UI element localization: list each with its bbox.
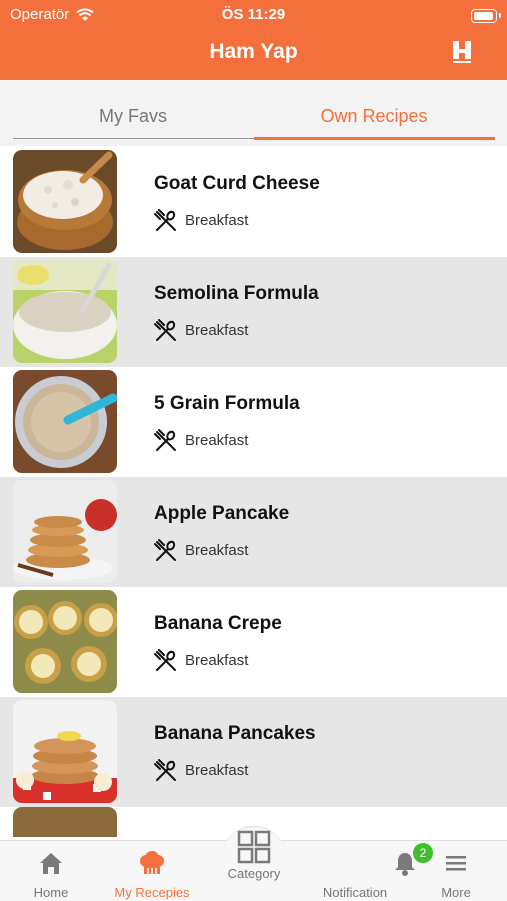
tab-home[interactable]: Home [1, 841, 101, 901]
recipe-thumbnail [13, 590, 117, 693]
category-label: Breakfast [185, 652, 249, 669]
recipe-thumbnail [13, 480, 117, 583]
recipe-row[interactable]: Apple Pancake Breakfast [0, 477, 507, 587]
tab-more[interactable]: More [406, 841, 506, 901]
recipe-thumbnail [13, 150, 117, 253]
tab-label: Notification [322, 885, 388, 900]
recipe-thumbnail [13, 700, 117, 803]
category-label: Breakfast [185, 212, 249, 229]
battery-tip [499, 13, 501, 18]
page-title: Ham Yap [209, 40, 298, 63]
tab-own-recipes[interactable]: Own Recipes [254, 106, 494, 127]
recipe-row[interactable]: Goat Curd Cheese Breakfast [0, 147, 507, 257]
app-logo-icon[interactable] [451, 40, 473, 64]
status-time: ÖS 11:29 [221, 6, 286, 23]
recipe-row[interactable]: 5 Grain Formula Breakfast [0, 367, 507, 477]
battery-icon [471, 9, 497, 23]
tab-label: My Recepies [114, 885, 190, 900]
recipe-title: Banana Pancakes [154, 723, 316, 744]
home-icon [40, 853, 62, 874]
category-label: Breakfast [185, 542, 249, 559]
tab-active-indicator [254, 137, 495, 140]
utensils-icon [154, 649, 176, 671]
chef-hat-icon [140, 851, 164, 874]
tab-my-favs[interactable]: My Favs [13, 106, 253, 127]
recipe-list: Goat Curd Cheese Breakfast Semolina Form… [0, 147, 507, 807]
recipe-row[interactable]: Semolina Formula Breakfast [0, 257, 507, 367]
menu-icon [446, 856, 466, 871]
category-label: Breakfast [185, 762, 249, 779]
tab-label: More [441, 885, 471, 900]
app-header: Operatör ÖS 11:29 Ham Yap [0, 0, 507, 80]
recipe-thumbnail-partial [13, 807, 117, 837]
recipe-title: Semolina Formula [154, 283, 319, 304]
utensils-icon [154, 319, 176, 341]
recipe-title: 5 Grain Formula [154, 393, 300, 414]
grid-icon [237, 830, 271, 864]
recipe-row[interactable]: Banana Crepe Breakfast [0, 587, 507, 697]
status-bar: Operatör ÖS 11:29 [0, 6, 507, 24]
category-label: Breakfast [185, 432, 249, 449]
recipe-thumbnail [13, 370, 117, 473]
recipe-title: Goat Curd Cheese [154, 173, 320, 194]
tab-category[interactable]: Category [204, 828, 304, 888]
recipe-thumbnail [13, 260, 117, 363]
recipe-row[interactable]: Banana Pancakes Breakfast [0, 697, 507, 807]
utensils-icon [154, 429, 176, 451]
recipe-title: Banana Crepe [154, 613, 282, 634]
utensils-icon [154, 759, 176, 781]
segment-tabs: My Favs Own Recipes [0, 80, 507, 146]
category-label: Breakfast [185, 322, 249, 339]
tab-label: Home [33, 885, 69, 900]
tab-underline [13, 138, 254, 139]
utensils-icon [154, 209, 176, 231]
tab-label: Category [227, 866, 281, 881]
tab-my-recipes[interactable]: My Recepies [102, 841, 202, 901]
utensils-icon [154, 539, 176, 561]
recipe-title: Apple Pancake [154, 503, 290, 524]
